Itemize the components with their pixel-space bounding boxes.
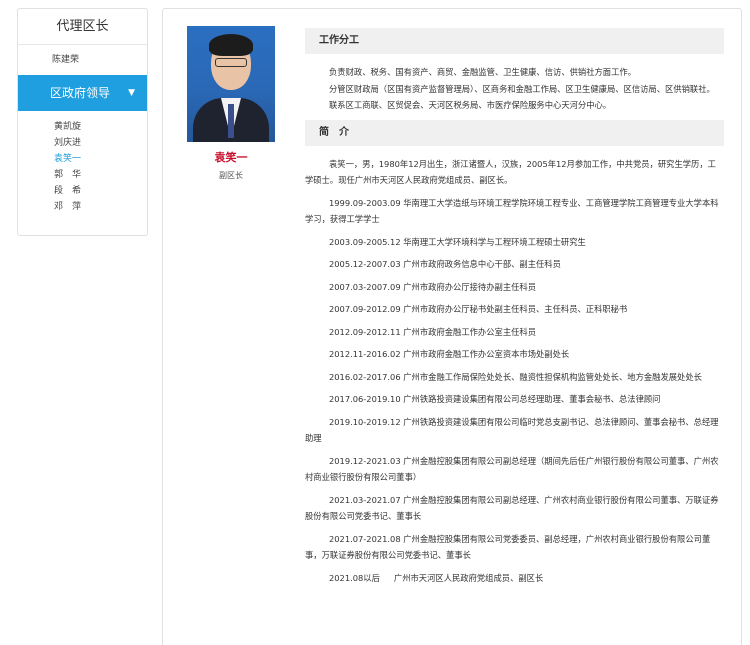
career-entry: 1999.09-2003.09 华南理工大学造纸与环境工程学院环境工程专业、工商… — [305, 197, 719, 225]
sidebar-item-leader[interactable]: 郭 华 — [18, 167, 147, 183]
duties-body: 负责财政、税务、国有资产、商贸、金融监管、卫生健康、信访、供销社方面工作。 分管… — [305, 54, 724, 120]
career-entry: 2016.02-2017.06 广州市金融工作局保险处处长、融资性担保机构监管处… — [329, 371, 702, 382]
intro-summary: 袁笑一，男，1980年12月出生，浙江诸暨人，汉族，2005年12月参加工作，中… — [305, 158, 716, 186]
career-entry: 2019.10-2019.12 广州铁路投资建设集团有限公司临时党总支副书记、总… — [305, 416, 719, 444]
profile-photo — [187, 26, 275, 142]
sidebar-item-leader[interactable]: 段 希 — [18, 183, 147, 199]
person-name: 袁笑一 — [214, 151, 248, 164]
duty-paragraph: 分管区财政局（区国有资产监督管理局）、区商务和金融工作局、区卫生健康局、区信访局… — [329, 83, 715, 94]
career-entry: 2012.11-2016.02 广州市政府金融工作办公室资本市场处副处长 — [329, 349, 570, 359]
career-entry: 2007.09-2012.09 广州市政府办公厅秘书处副主任科员、主任科员、正科… — [329, 304, 628, 314]
duty-paragraph: 负责财政、税务、国有资产、商贸、金融监管、卫生健康、信访、供销社方面工作。 — [329, 67, 636, 77]
career-entry: 2012.09-2012.11 广州市政府金融工作办公室主任科员 — [329, 326, 537, 337]
career-entry: 2003.09-2005.12 华南理工大学环境科学与工程环境工程硕士研究生 — [329, 236, 586, 247]
sidebar-item-acting-head[interactable]: 陈建荣 — [18, 45, 147, 75]
career-entry: 2021.07-2021.08 广州金融控股集团有限公司党委委员、副总经理，广州… — [305, 533, 711, 561]
sidebar-item-leader[interactable]: 黄凯旋 — [18, 119, 147, 135]
career-entry: 2005.12-2007.03 广州市政府政务信息中心干部、副主任科员 — [329, 259, 561, 269]
career-date: 2021.08以后 — [329, 572, 380, 583]
sidebar: 代理区长 陈建荣 区政府领导 ▼ 黄凯旋 刘庆进 袁笑一 郭 华 段 希 邓 萍 — [17, 8, 148, 236]
sidebar-leader-list: 黄凯旋 刘庆进 袁笑一 郭 华 段 希 邓 萍 — [18, 111, 147, 215]
sidebar-section-leaders[interactable]: 区政府领导 ▼ — [18, 75, 147, 111]
sidebar-section-label: 区政府领导 — [50, 86, 111, 100]
career-entry: 2007.03-2007.09 广州市政府办公厅接待办副主任科员 — [329, 281, 537, 292]
sidebar-item-leader[interactable]: 刘庆进 — [18, 135, 147, 151]
sidebar-item-leader-current[interactable]: 袁笑一 — [18, 151, 147, 167]
career-text: 广州市天河区人民政府党组成员、副区长 — [393, 572, 544, 583]
intro-body: 袁笑一，男，1980年12月出生，浙江诸暨人，汉族，2005年12月参加工作，中… — [305, 146, 724, 587]
duties-heading: 工作分工 — [305, 28, 724, 54]
sidebar-title: 代理区长 — [18, 9, 147, 45]
profile-panel: 袁笑一 副区长 工作分工 负责财政、税务、国有资产、商贸、金融监管、卫生健康、信… — [162, 8, 742, 645]
sidebar-item-leader[interactable]: 邓 萍 — [18, 199, 147, 215]
person-title: 副区长 — [219, 171, 243, 180]
career-entry: 2017.06-2019.10 广州铁路投资建设集团有限公司总经理助理、董事会秘… — [329, 394, 661, 404]
duty-paragraph: 联系区工商联、区贸促会、天河区税务局、市医疗保险服务中心天河分中心。 — [329, 100, 612, 110]
chevron-down-icon: ▼ — [128, 88, 135, 98]
career-entry-current: 2021.08以后 广州市天河区人民政府党组成员、副区长 — [305, 570, 724, 587]
career-entry: 2021.03-2021.07 广州金融控股集团有限公司副总经理、广州农村商业银… — [305, 494, 719, 522]
intro-heading: 简 介 — [305, 119, 724, 146]
profile-content: 工作分工 负责财政、税务、国有资产、商贸、金融监管、卫生健康、信访、供销社方面工… — [305, 28, 724, 592]
career-entry: 2019.12-2021.03 广州金融控股集团有限公司副总经理（期间先后任广州… — [305, 455, 719, 483]
